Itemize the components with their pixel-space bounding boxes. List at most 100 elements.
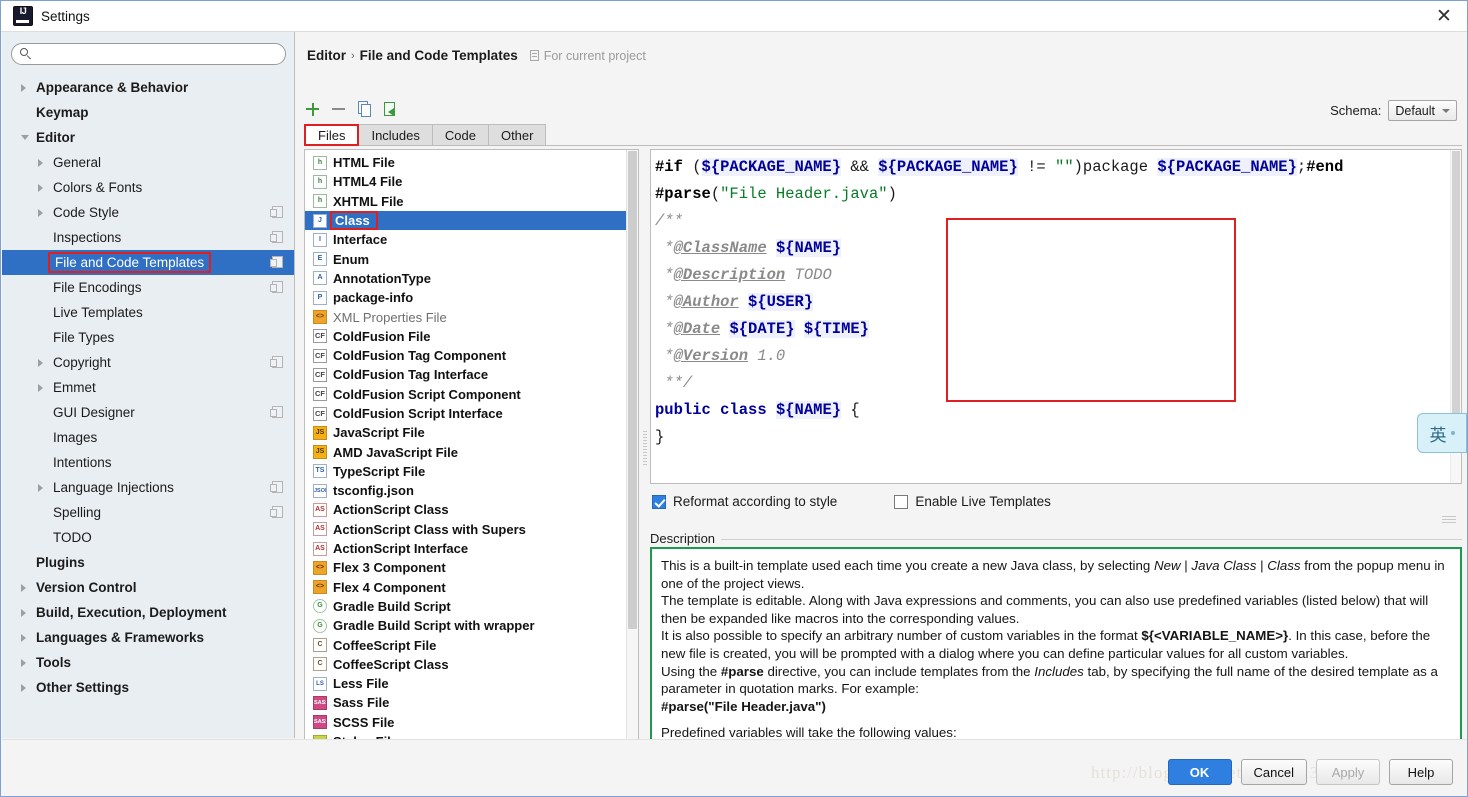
list-item[interactable]: G Gradle Build Script with wrapper (305, 616, 638, 635)
sidebar-item-appearance-behavior[interactable]: Appearance & Behavior (2, 75, 294, 100)
sidebar-item-inspections[interactable]: Inspections (2, 225, 294, 250)
list-item[interactable]: A AnnotationType (305, 269, 638, 288)
remove-template-button[interactable] (327, 98, 350, 120)
list-item[interactable]: Ppackage-info (305, 288, 638, 307)
list-item[interactable]: CF ColdFusion Script Component (305, 385, 638, 404)
list-item-label: AnnotationType (333, 270, 431, 286)
search-input[interactable] (37, 47, 285, 61)
chevron-down-icon[interactable] (21, 135, 29, 140)
sidebar-item-colors-fonts[interactable]: Colors & Fonts (2, 175, 294, 200)
sidebar-item-live-templates[interactable]: Live Templates (2, 300, 294, 325)
breadcrumb-root[interactable]: Editor (307, 48, 346, 63)
list-item[interactable]: h HTML File (305, 153, 638, 172)
list-item[interactable]: C CoffeeScript Class (305, 655, 638, 674)
list-item[interactable]: J Class (305, 210, 638, 231)
sidebar-item-tools[interactable]: Tools (2, 650, 294, 675)
chevron-right-icon[interactable] (38, 158, 43, 167)
sidebar-item-spelling[interactable]: Spelling (2, 500, 294, 525)
sidebar-item-other-settings[interactable]: Other Settings (2, 675, 294, 700)
list-item-label: HTML File (333, 155, 395, 171)
editor-scrollbar-thumb[interactable] (1452, 151, 1460, 451)
ime-language-indicator[interactable]: 英 (1417, 413, 1467, 453)
sidebar-item-general[interactable]: General (2, 150, 294, 175)
template-editor-text[interactable]: #if (${PACKAGE_NAME} && ${PACKAGE_NAME} … (655, 154, 1457, 483)
file-list-scrollbar[interactable] (626, 150, 638, 756)
search-box[interactable] (11, 43, 286, 65)
reformat-checkbox[interactable]: Reformat according to style (652, 494, 837, 509)
list-item[interactable]: G Gradle Build Script (305, 597, 638, 616)
sidebar-item-version-control[interactable]: Version Control (2, 575, 294, 600)
list-item[interactable]: <> Flex 4 Component (305, 578, 638, 597)
button-label: Cancel (1253, 764, 1294, 780)
sidebar-item-gui-designer[interactable]: GUI Designer (2, 400, 294, 425)
sidebar-item-languages-frameworks[interactable]: Languages & Frameworks (2, 625, 294, 650)
sidebar-item-build-execution-deployment[interactable]: Build, Execution, Deployment (2, 600, 294, 625)
file-list-scrollbar-thumb[interactable] (628, 151, 637, 629)
list-item[interactable]: TS TypeScript File (305, 462, 638, 481)
chevron-right-icon[interactable] (38, 183, 43, 192)
copy-template-button[interactable] (353, 98, 376, 120)
tab-includes[interactable]: Includes (358, 124, 433, 146)
list-item[interactable]: h XHTML File (305, 192, 638, 211)
list-item[interactable]: C CoffeeScript File (305, 635, 638, 654)
description-text: This is a built-in template used each ti… (661, 557, 1451, 742)
sidebar-item-file-encodings[interactable]: File Encodings (2, 275, 294, 300)
sidebar-item-intentions[interactable]: Intentions (2, 450, 294, 475)
add-template-button[interactable] (301, 98, 324, 120)
sidebar-item-editor[interactable]: Editor (2, 125, 294, 150)
sidebar-item-file-types[interactable]: File Types (2, 325, 294, 350)
schema-select[interactable]: Default (1388, 100, 1457, 121)
list-item-label: ColdFusion Script Interface (333, 406, 503, 421)
tab-code[interactable]: Code (431, 124, 489, 146)
chevron-right-icon[interactable] (21, 608, 26, 617)
chevron-right-icon[interactable] (21, 583, 26, 592)
chevron-right-icon[interactable] (38, 358, 43, 367)
list-item[interactable]: <> XML Properties File (305, 307, 638, 326)
list-item[interactable]: AS ActionScript Class with Supers (305, 520, 638, 539)
resize-grip-icon[interactable] (1442, 516, 1456, 524)
ok-button[interactable]: OK (1167, 759, 1232, 785)
chevron-right-icon[interactable] (38, 383, 43, 392)
chevron-right-icon[interactable] (21, 633, 26, 642)
chevron-right-icon[interactable] (38, 208, 43, 217)
list-item[interactable]: SASS SCSS File (305, 713, 638, 732)
list-item[interactable]: AS ActionScript Class (305, 500, 638, 519)
list-item[interactable]: I Interface (305, 230, 638, 249)
sidebar-item-plugins[interactable]: Plugins (2, 550, 294, 575)
sidebar-item-code-style[interactable]: Code Style (2, 200, 294, 225)
list-item[interactable]: E Enum (305, 249, 638, 268)
list-item[interactable]: <> Flex 3 Component (305, 558, 638, 577)
sidebar-item-keymap[interactable]: Keymap (2, 100, 294, 125)
editor-line: *@Date ${DATE} ${TIME} (655, 320, 869, 338)
list-item[interactable]: CF ColdFusion Script Interface (305, 404, 638, 423)
list-item[interactable]: JS JavaScript File (305, 423, 638, 442)
cancel-button[interactable]: Cancel (1240, 759, 1307, 785)
template-editor-panel[interactable]: #if (${PACKAGE_NAME} && ${PACKAGE_NAME} … (650, 149, 1462, 484)
chevron-right-icon[interactable] (21, 683, 26, 692)
list-item[interactable]: SASS Sass File (305, 693, 638, 712)
list-item[interactable]: CF ColdFusion Tag Component (305, 346, 638, 365)
list-item[interactable]: JSON tsconfig.json (305, 481, 638, 500)
sidebar-item-copyright[interactable]: Copyright (2, 350, 294, 375)
close-icon[interactable]: ✕ (1421, 1, 1467, 31)
tab-other[interactable]: Other (487, 124, 547, 146)
sidebar-item-images[interactable]: Images (2, 425, 294, 450)
chevron-right-icon[interactable] (21, 83, 26, 92)
chevron-right-icon[interactable] (38, 483, 43, 492)
sidebar-item-todo[interactable]: TODO (2, 525, 294, 550)
help-button[interactable]: Help (1389, 759, 1453, 785)
sidebar-item-emmet[interactable]: Emmet (2, 375, 294, 400)
sidebar-item-language-injections[interactable]: Language Injections (2, 475, 294, 500)
list-item[interactable]: CF ColdFusion File (305, 327, 638, 346)
live-templates-checkbox[interactable]: Enable Live Templates (894, 494, 1051, 509)
list-item[interactable]: CF ColdFusion Tag Interface (305, 365, 638, 384)
panel-splitter[interactable] (642, 149, 648, 757)
tab-files[interactable]: Files (304, 124, 360, 146)
sidebar-item-file-and-code-templates[interactable]: File and Code Templates (2, 250, 294, 275)
list-item[interactable]: h HTML4 File (305, 172, 638, 191)
reset-template-button[interactable] (379, 98, 402, 120)
list-item[interactable]: AS ActionScript Interface (305, 539, 638, 558)
chevron-right-icon[interactable] (21, 658, 26, 667)
list-item[interactable]: LS Less File (305, 674, 638, 693)
list-item[interactable]: JS AMD JavaScript File (305, 442, 638, 461)
